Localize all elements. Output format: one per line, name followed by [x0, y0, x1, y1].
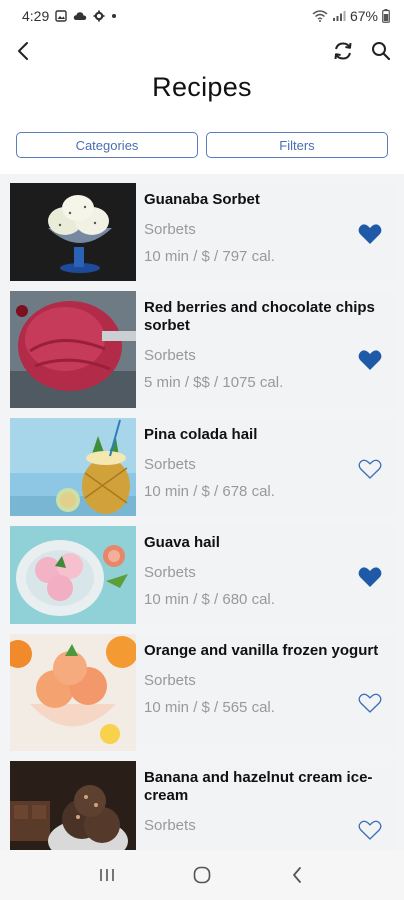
recipe-title: Guanaba Sorbet [144, 191, 260, 208]
recipe-category: Sorbets [144, 564, 196, 581]
signal-icon [332, 10, 346, 22]
recipe-meta: 10 min / $ / 680 cal. [144, 591, 275, 608]
favorite-heart-outline-icon[interactable] [358, 819, 382, 841]
recipe-card[interactable]: Guava hail Sorbets 10 min / $ / 680 cal. [10, 526, 396, 624]
system-back-button[interactable] [282, 860, 312, 890]
search-icon [372, 42, 391, 61]
app-bar [0, 32, 404, 72]
refresh-icon [334, 42, 352, 60]
settings-gear-icon [93, 10, 105, 22]
recipe-meta: 5 min / $$ / 1075 cal. [144, 374, 284, 391]
recipe-category: Sorbets [144, 817, 196, 834]
recent-apps-button[interactable] [92, 860, 122, 890]
recipe-meta: 10 min / $ / 797 cal. [144, 248, 275, 265]
favorite-heart-filled-icon[interactable] [358, 566, 382, 588]
recipe-category: Sorbets [144, 672, 196, 689]
home-button[interactable] [187, 860, 217, 890]
refresh-button[interactable] [330, 38, 356, 64]
battery-icon [382, 9, 390, 23]
recipe-title: Banana and hazelnut cream ice-cream [144, 769, 373, 804]
recipe-list[interactable]: Guanaba Sorbet Sorbets 10 min / $ / 797 … [0, 174, 404, 850]
recipe-image [10, 761, 136, 850]
recipe-category: Sorbets [144, 456, 196, 473]
recipe-card[interactable]: Orange and vanilla frozen yogurt Sorbets… [10, 634, 396, 751]
recipe-card[interactable]: Guanaba Sorbet Sorbets 10 min / $ / 797 … [10, 183, 396, 281]
recipe-category: Sorbets [144, 221, 196, 238]
recipe-image [10, 526, 136, 624]
recipe-title: Guava hail [144, 534, 220, 551]
recipe-image [10, 183, 136, 281]
recipe-title: Orange and vanilla frozen yogurt [144, 642, 379, 659]
recipe-meta: 10 min / $ / 565 cal. [144, 699, 275, 716]
status-bar: 4:29 67% [0, 0, 404, 32]
cloud-icon [73, 11, 87, 21]
recipe-category: Sorbets [144, 347, 196, 364]
home-icon [193, 866, 211, 884]
notification-dot-icon [111, 13, 117, 19]
recipe-card[interactable]: Pina colada hail Sorbets 10 min / $ / 67… [10, 418, 396, 516]
page-title: Recipes [152, 72, 252, 102]
status-time: 4:29 [22, 8, 50, 24]
back-arrow-icon [18, 42, 28, 60]
recipe-card[interactable]: Red berries and chocolate chips sorbet S… [10, 291, 396, 408]
recipe-title: Pina colada hail [144, 426, 258, 443]
favorite-heart-outline-icon[interactable] [358, 692, 382, 714]
recipe-title: Red berries and chocolate chips sorbet [144, 299, 375, 334]
favorite-heart-filled-icon[interactable] [358, 223, 382, 245]
recipe-image [10, 418, 136, 516]
filter-row: Categories Filters [16, 132, 388, 158]
gallery-notification-icon [55, 10, 67, 22]
back-button[interactable] [10, 38, 36, 64]
system-nav-bar [0, 850, 404, 900]
favorite-heart-filled-icon[interactable] [358, 349, 382, 371]
recipe-meta: 10 min / $ / 678 cal. [144, 483, 275, 500]
battery-percent: 67% [349, 8, 378, 24]
recipe-image [10, 634, 136, 751]
categories-button[interactable]: Categories [16, 132, 198, 158]
recipe-image [10, 291, 136, 408]
back-chevron-icon [292, 867, 301, 883]
search-button[interactable] [368, 38, 394, 64]
wifi-icon [312, 10, 328, 22]
recent-apps-icon [100, 869, 115, 881]
favorite-heart-outline-icon[interactable] [358, 458, 382, 480]
recipe-card[interactable]: Banana and hazelnut cream ice-cream Sorb… [10, 761, 396, 850]
filters-button[interactable]: Filters [206, 132, 388, 158]
